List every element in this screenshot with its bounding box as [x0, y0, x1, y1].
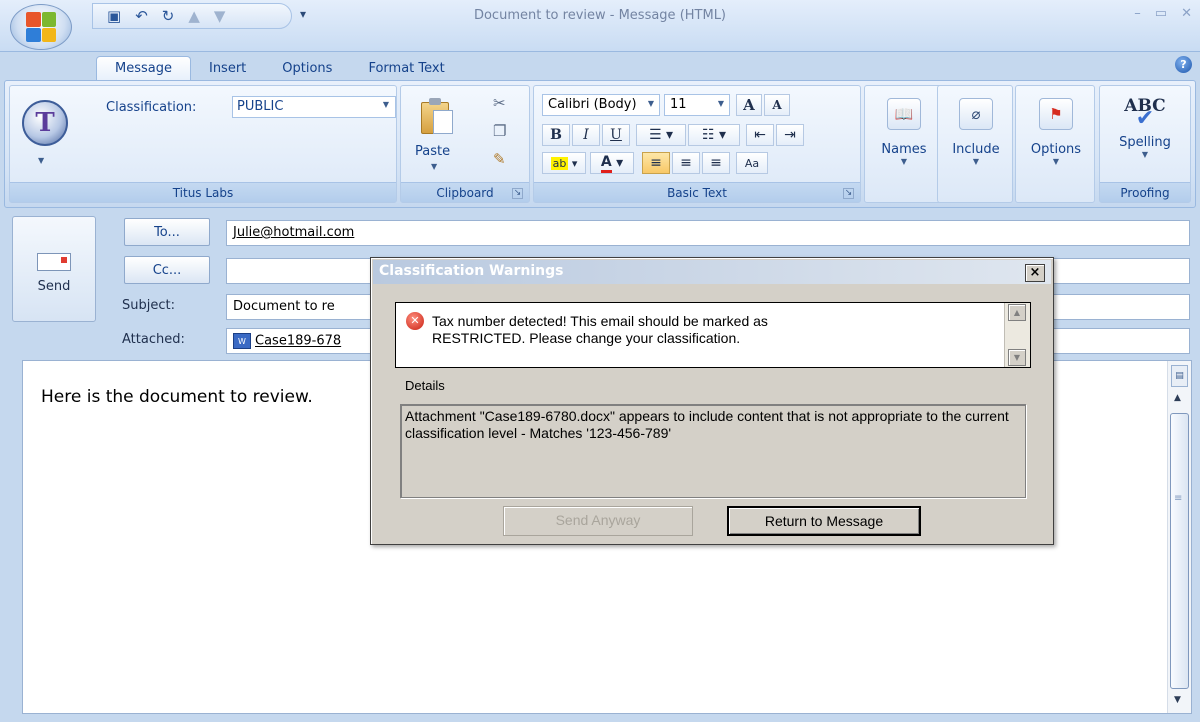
scroll-up-icon[interactable]: ▲: [1008, 304, 1026, 321]
decrease-indent-icon[interactable]: ⇤: [746, 124, 774, 146]
classification-warnings-dialog: Classification Warnings × ✕ Tax number d…: [370, 257, 1054, 545]
scroll-up-icon[interactable]: ▲: [1174, 393, 1181, 403]
dialog-title-bar[interactable]: Classification Warnings ×: [373, 260, 1051, 284]
align-right-icon[interactable]: ≡: [702, 152, 730, 174]
chevron-down-icon: ▼: [647, 99, 654, 108]
window-controls: – ▭ ✕: [1134, 6, 1192, 21]
error-icon: ✕: [406, 312, 424, 330]
align-left-icon[interactable]: ≡: [642, 152, 670, 174]
dialog-launcher-icon[interactable]: ↘: [512, 188, 523, 199]
group-clipboard: Paste ▼ ✂ ❐ ✎ Clipboard ↘: [400, 85, 530, 203]
send-envelope-icon: [37, 253, 71, 271]
close-window-icon[interactable]: ✕: [1181, 6, 1192, 21]
help-icon[interactable]: ?: [1175, 56, 1192, 73]
clear-formatting-icon[interactable]: Aa: [736, 152, 768, 174]
group-label-titus: Titus Labs: [10, 182, 396, 202]
dialog-close-button[interactable]: ×: [1025, 264, 1045, 282]
group-basic-text: Calibri (Body) ▼ 11 ▼ A A B I U ☰ ▾ ☷ ▾ …: [533, 85, 861, 203]
align-center-icon[interactable]: ≡: [672, 152, 700, 174]
font-size-select[interactable]: 11 ▼: [664, 94, 730, 116]
paperclip-icon: ⌀: [959, 98, 993, 130]
to-button[interactable]: To...: [124, 218, 210, 246]
format-painter-icon[interactable]: ✎: [493, 150, 506, 168]
group-include: ⌀ Include ▼: [937, 85, 1013, 203]
spelling-icon: ABC ✔: [1124, 96, 1166, 131]
copy-icon[interactable]: ❐: [493, 122, 506, 140]
classification-value: PUBLIC: [237, 99, 284, 114]
cc-button[interactable]: Cc...: [124, 256, 210, 284]
group-label-proofing: Proofing: [1100, 182, 1190, 202]
view-ruler-icon[interactable]: ▤: [1171, 365, 1188, 387]
chevron-down-icon: ▼: [1141, 150, 1149, 159]
chevron-down-icon: ▼: [717, 99, 724, 108]
dialog-launcher-icon[interactable]: ↘: [843, 188, 854, 199]
dialog-title: Classification Warnings: [379, 263, 564, 279]
tab-format-text[interactable]: Format Text: [350, 57, 462, 80]
group-names: 📖 Names ▼: [864, 85, 944, 203]
shrink-font-button[interactable]: A: [764, 94, 790, 116]
italic-button[interactable]: I: [572, 124, 600, 146]
chevron-down-icon[interactable]: ▼: [431, 162, 437, 171]
tab-options[interactable]: Options: [264, 57, 350, 80]
grip-icon: ≡: [1174, 493, 1183, 504]
font-name-select[interactable]: Calibri (Body) ▼: [542, 94, 660, 116]
chevron-down-icon: ▼: [972, 157, 980, 166]
paste-icon[interactable]: [421, 96, 455, 134]
group-proofing: ABC ✔ Spelling ▼ Proofing: [1099, 85, 1191, 203]
chevron-down-icon[interactable]: ▼: [38, 156, 44, 165]
classification-select[interactable]: PUBLIC ▼: [232, 96, 396, 118]
classification-label: Classification:: [106, 100, 197, 115]
cut-icon[interactable]: ✂: [493, 94, 506, 112]
window-title: Document to review - Message (HTML): [473, 8, 727, 23]
highlight-color-icon[interactable]: ab ▾: [542, 152, 586, 174]
include-button[interactable]: ⌀ Include ▼: [939, 90, 1013, 200]
titus-logo-icon[interactable]: T: [22, 100, 68, 146]
vertical-scrollbar[interactable]: ▤ ▲ ≡ ▼: [1167, 361, 1191, 713]
options-button[interactable]: ⚑ Options ▼: [1019, 90, 1093, 200]
warning-scrollbar[interactable]: ▲ ▼: [1004, 303, 1030, 367]
names-button[interactable]: 📖 Names ▼: [867, 90, 941, 200]
send-anyway-button: Send Anyway: [503, 506, 693, 536]
details-label: Details: [405, 378, 445, 393]
title-bar: ▣ ↶ ↻ ▲ ▼ ▾ Document to review - Message…: [0, 0, 1200, 52]
grow-font-button[interactable]: A: [736, 94, 762, 116]
attached-label: Attached:: [122, 332, 185, 347]
warning-list: ✕ Tax number detected! This email should…: [395, 302, 1031, 368]
return-to-message-button[interactable]: Return to Message: [727, 506, 921, 536]
numbering-icon[interactable]: ☷ ▾: [688, 124, 740, 146]
group-options: ⚑ Options ▼: [1015, 85, 1095, 203]
chevron-down-icon: ▼: [900, 157, 908, 166]
underline-button[interactable]: U: [602, 124, 630, 146]
chevron-down-icon: ▼: [1052, 157, 1060, 166]
paste-button[interactable]: Paste: [415, 144, 450, 159]
word-document-icon: W: [233, 333, 251, 349]
ribbon-tabs: Message Insert Options Format Text: [96, 54, 463, 80]
maximize-icon[interactable]: ▭: [1155, 6, 1167, 21]
warning-message: Tax number detected! This email should b…: [432, 313, 768, 346]
to-recipient[interactable]: Julie@hotmail.com: [233, 225, 354, 240]
scroll-down-icon[interactable]: ▼: [1008, 349, 1026, 366]
to-field[interactable]: Julie@hotmail.com: [226, 220, 1190, 246]
tab-insert[interactable]: Insert: [191, 57, 264, 80]
send-button[interactable]: Send: [12, 216, 96, 322]
group-label-basic-text: Basic Text: [534, 182, 860, 202]
ribbon: T ▼ Classification: PUBLIC ▼ Titus Labs …: [4, 80, 1196, 208]
tab-message[interactable]: Message: [96, 56, 191, 80]
bullets-icon[interactable]: ☰ ▾: [636, 124, 686, 146]
group-titus-labs: T ▼ Classification: PUBLIC ▼ Titus Labs: [9, 85, 397, 203]
attachment-link[interactable]: Case189-678: [255, 334, 341, 349]
minimize-icon[interactable]: –: [1134, 6, 1141, 21]
scroll-thumb[interactable]: [1170, 413, 1189, 689]
group-label-clipboard: Clipboard: [401, 182, 529, 202]
chevron-down-icon: ▼: [382, 100, 389, 109]
font-color-icon[interactable]: A ▾: [590, 152, 634, 174]
subject-label: Subject:: [122, 298, 175, 313]
bold-button[interactable]: B: [542, 124, 570, 146]
increase-indent-icon[interactable]: ⇥: [776, 124, 804, 146]
flag-icon: ⚑: [1039, 98, 1073, 130]
body-text[interactable]: Here is the document to review.: [41, 387, 313, 407]
address-book-icon: 📖: [887, 98, 921, 130]
scroll-down-icon[interactable]: ▼: [1174, 695, 1181, 705]
details-text: Attachment "Case189-6780.docx" appears t…: [400, 404, 1026, 498]
